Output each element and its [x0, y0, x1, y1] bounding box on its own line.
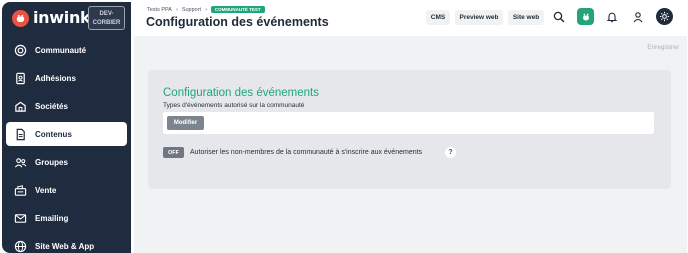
community-badge[interactable]: COMMUNAUTÉ TEST [210, 6, 265, 13]
bell-icon[interactable] [605, 10, 619, 24]
sidebar-item-groupes[interactable]: Groupes [6, 150, 127, 174]
save-button[interactable]: Enregistrer [647, 44, 679, 51]
sidebar-item-label: Contenus [35, 129, 72, 139]
sidebar-item-emailing[interactable]: Emailing [6, 206, 127, 230]
modify-button[interactable]: Modifier [167, 116, 204, 130]
building-icon [13, 99, 27, 113]
sidebar-item-label: Communauté [35, 45, 87, 55]
non-members-toggle[interactable]: OFF [163, 147, 184, 158]
breadcrumb-item[interactable]: Tests PPA [147, 7, 172, 13]
sidebar-item-vente[interactable]: Vente [6, 178, 127, 202]
main-content: Enregistrer Configuration des événements… [134, 36, 687, 253]
logo-row: inwink DEV- CORBIER [2, 2, 131, 34]
globe-icon [13, 239, 27, 253]
sidebar-item-site-web-app[interactable]: Site Web & App [6, 234, 127, 253]
sidebar: inwink DEV- CORBIER Communauté Adhésions… [2, 2, 131, 253]
target-icon [13, 43, 27, 57]
non-members-toggle-label: Autoriser les non-membres de la communau… [190, 149, 423, 156]
settings-button[interactable] [656, 8, 673, 25]
sidebar-item-communaute[interactable]: Communauté [6, 38, 127, 62]
breadcrumb: Tests PPA › Support › COMMUNAUTÉ TEST [147, 6, 265, 13]
event-types-field: Modifier [163, 112, 654, 134]
gear-icon [659, 11, 670, 22]
sidebar-item-contenus[interactable]: Contenus [6, 122, 127, 146]
member-card-icon [13, 71, 27, 85]
breadcrumb-item[interactable]: Support [182, 7, 201, 13]
env-badge-line1: DEV- [99, 11, 114, 17]
env-badge-line2: CORBIER [92, 20, 121, 26]
preview-web-button[interactable]: Preview web [455, 10, 503, 25]
sidebar-item-adhesions[interactable]: Adhésions [6, 66, 127, 90]
sidebar-item-label: Groupes [35, 157, 68, 167]
search-icon[interactable] [552, 10, 566, 24]
help-icon[interactable]: ? [445, 147, 456, 158]
sidebar-item-societes[interactable]: Sociétés [6, 94, 127, 118]
card-title: Configuration des événements [163, 87, 319, 99]
sidebar-item-label: Emailing [35, 213, 69, 223]
inwink-logo-icon [12, 10, 29, 27]
sidebar-item-label: Site Web & App [35, 241, 95, 251]
sidebar-item-label: Vente [35, 185, 57, 195]
cms-button[interactable]: CMS [426, 10, 450, 25]
group-icon [13, 155, 27, 169]
sidebar-item-label: Sociétés [35, 101, 68, 111]
page-title: Configuration des événements [146, 15, 329, 29]
sidebar-item-label: Adhésions [35, 73, 76, 83]
chevron-right-icon: › [205, 6, 207, 13]
events-config-card: Configuration des événements Types d'évé… [148, 70, 671, 189]
envelope-icon [13, 211, 27, 225]
document-icon [13, 127, 27, 141]
event-types-label: Types d'événements autorisé sur la commu… [163, 102, 305, 109]
sales-icon [13, 183, 27, 197]
assistant-button[interactable] [577, 8, 594, 25]
hand-icon [582, 13, 589, 20]
logo-text[interactable]: inwink [33, 8, 91, 27]
environment-badge[interactable]: DEV- CORBIER [88, 6, 125, 30]
site-web-button[interactable]: Site web [508, 10, 544, 25]
chevron-right-icon: › [175, 6, 178, 13]
user-icon[interactable] [631, 10, 645, 24]
top-bar: Tests PPA › Support › COMMUNAUTÉ TEST Co… [131, 2, 686, 34]
